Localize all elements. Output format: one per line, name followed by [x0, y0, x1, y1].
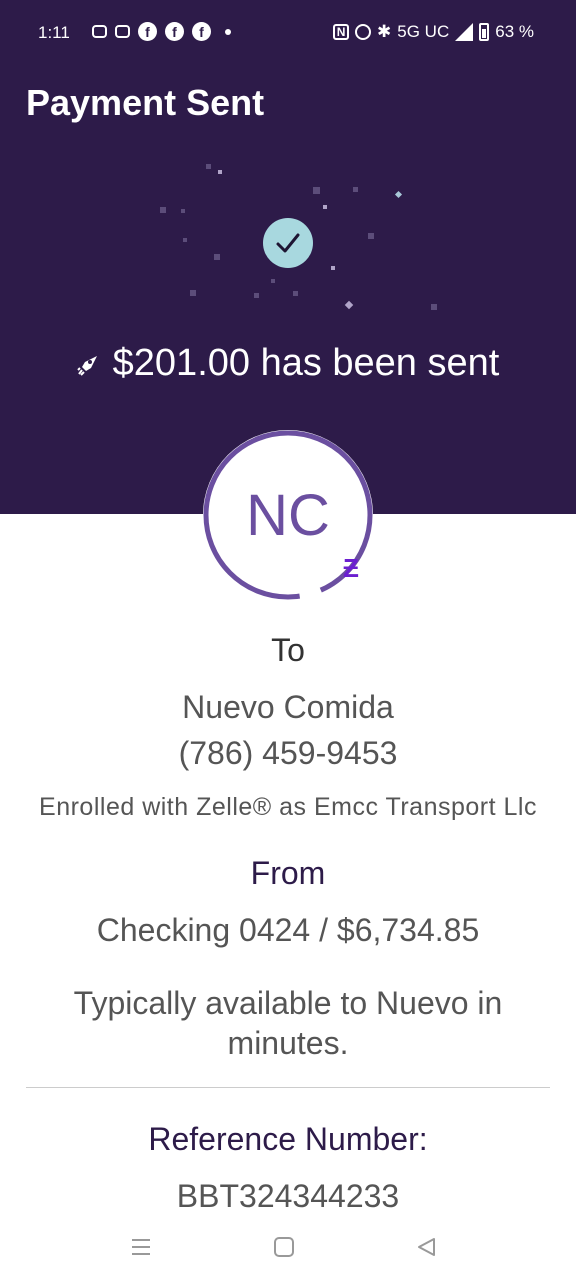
recipient-phone: (786) 459-9453	[178, 735, 398, 771]
network-label: 5G UC	[397, 22, 450, 41]
reference-label: Reference Number:	[148, 1121, 428, 1157]
rocket-icon	[76, 343, 99, 386]
sent-amount-text: $201.00 has been sent	[112, 342, 500, 384]
source-account: Checking 0424 / $6,734.85	[96, 912, 480, 948]
facebook-icon: f	[192, 22, 211, 41]
signal-icon	[455, 23, 474, 41]
square-home-icon[interactable]	[269, 1232, 299, 1262]
alarm-icon	[355, 24, 372, 40]
reference-number: BBT324344233	[176, 1178, 400, 1214]
chat-notification-icon	[115, 25, 130, 38]
to-label: To	[271, 632, 305, 668]
notification-icons: f f f	[92, 22, 231, 41]
sent-message: $201.00 has been sent	[0, 342, 576, 386]
chat-notification-icon	[92, 25, 107, 38]
menu-lines-icon[interactable]	[126, 1232, 156, 1262]
battery-icon	[479, 23, 490, 41]
system-status-icons: N ✱ 5G UC 63 %	[333, 22, 534, 42]
from-label: From	[250, 855, 326, 891]
facebook-icon: f	[138, 22, 157, 41]
success-check-icon	[263, 218, 313, 268]
battery-level: 63 %	[495, 22, 534, 41]
divider	[26, 1087, 550, 1088]
triangle-back-icon[interactable]	[411, 1232, 441, 1262]
status-bar: 1:11 f f f N ✱ 5G UC 63 %	[0, 0, 576, 66]
zelle-z-icon: Ƶ	[343, 552, 359, 583]
bluetooth-icon: ✱	[377, 22, 392, 41]
page-title: Payment Sent	[26, 82, 265, 123]
system-navigation-bar	[0, 1218, 576, 1280]
nfc-icon: N	[333, 24, 350, 40]
status-time: 1:11	[38, 23, 70, 42]
recipient-name: Nuevo Comida	[182, 689, 394, 725]
availability-text: Typically available to Nuevo in minutes.	[73, 985, 503, 1061]
more-notifications-dot-icon	[225, 28, 231, 35]
enrolled-text: Enrolled with Zelle® as Emcc Transport L…	[39, 793, 537, 821]
facebook-icon: f	[165, 22, 184, 41]
